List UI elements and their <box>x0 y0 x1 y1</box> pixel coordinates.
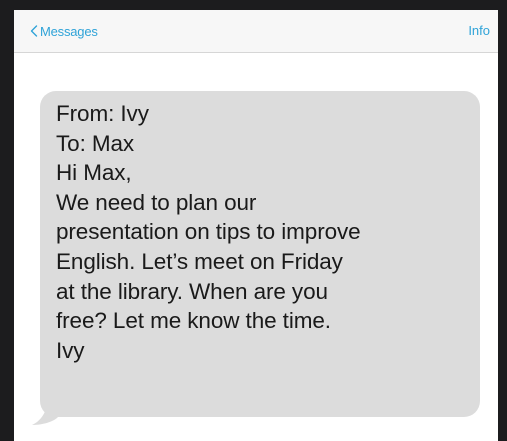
phone-frame: Messages Info From: Ivy To: Max Hi Max, … <box>0 0 507 441</box>
info-button[interactable]: Info <box>468 20 490 42</box>
message-line: Hi Max, <box>56 160 132 186</box>
message-line: From: Ivy <box>56 101 149 126</box>
message-body: From: Ivy To: Max Hi Max, We need to pla… <box>56 99 456 365</box>
message-line: at the library. When are you <box>56 278 328 304</box>
navigation-bar: Messages Info <box>14 10 498 53</box>
phone-bezel-left <box>0 8 14 441</box>
message-line: Ivy <box>56 337 85 363</box>
phone-bezel-top <box>0 0 507 10</box>
chevron-left-icon <box>30 25 38 37</box>
back-button-label: Messages <box>40 23 98 39</box>
message-line: English. Let’s meet on Friday <box>56 248 343 274</box>
back-button[interactable]: Messages <box>30 20 98 42</box>
message-line: presentation on tips to improve <box>56 219 361 245</box>
phone-bezel-right <box>498 8 507 441</box>
message-line: To: Max <box>56 130 135 156</box>
message-line: free? Let me know the time. <box>56 308 331 334</box>
message-line: We need to plan our <box>56 189 257 215</box>
